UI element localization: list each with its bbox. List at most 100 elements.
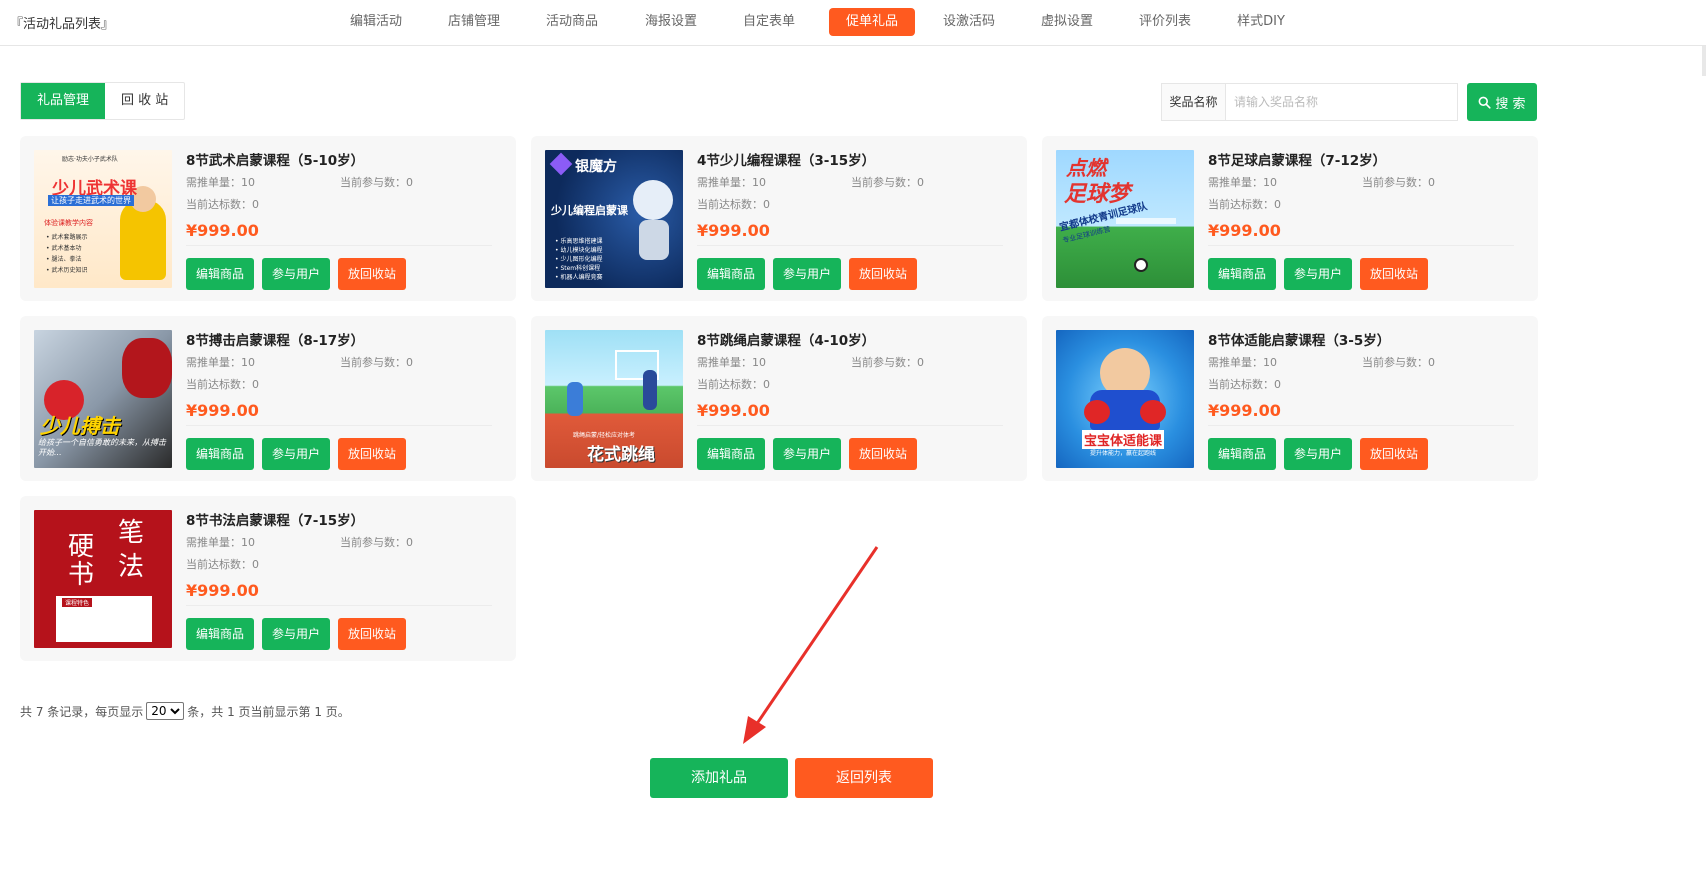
thumb-text: 课程特色 (62, 598, 93, 607)
move-to-recycle-button[interactable]: 放回收站 (338, 618, 407, 650)
current-reached: 当前达标数：0 (697, 198, 770, 211)
gift-meta-row: 需推单量：10 当前参与数：0 (1208, 172, 1526, 194)
participant-users-button[interactable]: 参与用户 (773, 438, 842, 470)
nav-item-3[interactable]: 活动商品 (536, 8, 608, 36)
nav-item-10[interactable]: 样式DIY (1227, 8, 1295, 36)
gift-info: 8节体适能启蒙课程（3-5岁） 需推单量：10 当前参与数：0 当前达标数：0 ¥999… (1208, 330, 1526, 470)
nav-item-8[interactable]: 虚拟设置 (1031, 8, 1103, 36)
gift-meta-row: 需推单量：10 当前参与数：0 (1208, 352, 1526, 374)
arrow-head (743, 716, 766, 744)
thumb-text: • 幼儿模块化编程 (555, 247, 603, 254)
edit-product-button[interactable]: 编辑商品 (186, 438, 255, 470)
gift-info: 8节足球启蒙课程（7-12岁） 需推单量：10 当前参与数：0 当前达标数：0 ¥999… (1208, 150, 1526, 290)
gift-thumbnail[interactable]: 银魔方 少儿编程启蒙课 • 乐高思维搭建课 • 幼儿模块化编程 • 少儿图形化编程 • S… (545, 150, 683, 288)
thumb-text: 让孩子走进武术的世界 (48, 195, 134, 206)
edit-product-button[interactable]: 编辑商品 (1208, 438, 1277, 470)
nav-item-7[interactable]: 设激活码 (933, 8, 1005, 36)
gift-thumbnail[interactable]: 少儿搏击 给孩子一个自信勇敢的未来，从搏击开始... (34, 330, 172, 468)
back-to-list-button[interactable]: 返回列表 (795, 758, 933, 798)
search-label: 奖品名称 (1162, 84, 1226, 120)
gift-meta-row: 当前达标数：0 (697, 194, 1015, 216)
edit-product-button[interactable]: 编辑商品 (697, 438, 766, 470)
gift-actions: 编辑商品 参与用户 放回收站 (186, 258, 407, 290)
gift-meta-row: 当前达标数：0 (697, 374, 1015, 396)
edit-product-button[interactable]: 编辑商品 (1208, 258, 1277, 290)
gift-thumbnail[interactable]: 点燃 足球梦 宜都体校青训足球队 专业足球训练营 (1056, 150, 1194, 288)
current-reached: 当前达标数：0 (186, 378, 259, 391)
ball (1134, 258, 1148, 272)
gift-meta-row: 当前达标数：0 (1208, 194, 1526, 216)
current-participants: 当前参与数：0 (851, 176, 924, 189)
participant-users-button[interactable]: 参与用户 (1284, 438, 1353, 470)
current-participants: 当前参与数：0 (340, 356, 413, 369)
kid-left (567, 382, 583, 416)
nav-item-4[interactable]: 海报设置 (635, 8, 707, 36)
gift-thumbnail[interactable]: 跳绳启蒙/轻松应对体考 花式跳绳 (545, 330, 683, 468)
thumb-text: • 武术套路展示 (46, 234, 88, 241)
edit-product-button[interactable]: 编辑商品 (186, 258, 255, 290)
gift-meta-row: 当前达标数：0 (1208, 374, 1526, 396)
current-participants: 当前参与数：0 (340, 536, 413, 549)
page-size-select[interactable]: 20 (146, 702, 185, 720)
gift-card: 少儿搏击 给孩子一个自信勇敢的未来，从搏击开始... 8节搏击启蒙课程（8-17岁）… (20, 316, 516, 481)
move-to-recycle-button[interactable]: 放回收站 (849, 438, 918, 470)
thumb-text: 笔 (118, 518, 145, 548)
thumb-text: • 少儿图形化编程 (555, 256, 603, 263)
thumb-text: 励志·功夫小子武术队 (62, 156, 118, 163)
glove-right (122, 338, 172, 398)
gift-actions: 编辑商品 参与用户 放回收站 (186, 618, 407, 650)
move-to-recycle-button[interactable]: 放回收站 (338, 438, 407, 470)
gift-actions: 编辑商品 参与用户 放回收站 (186, 438, 407, 470)
edit-product-button[interactable]: 编辑商品 (697, 258, 766, 290)
gift-thumbnail[interactable]: 励志·功夫小子武术队 少儿武术课 让孩子走进武术的世界 体验课教学内容 • 武术套路展示… (34, 150, 172, 288)
thumb-text: • 乐高思维搭建课 (555, 238, 603, 245)
nav-item-2[interactable]: 店铺管理 (438, 8, 510, 36)
current-reached: 当前达标数：0 (186, 558, 259, 571)
nav-item-9[interactable]: 评价列表 (1129, 8, 1201, 36)
gift-meta-row: 需推单量：10 当前参与数：0 (186, 172, 504, 194)
nav-item-1[interactable]: 编辑活动 (340, 8, 412, 36)
search-button[interactable]: 搜 索 (1467, 83, 1537, 121)
gift-name: 8节体适能启蒙课程（3-5岁） (1208, 333, 1391, 349)
gift-price: ¥999.00 (697, 396, 1003, 426)
participant-users-button[interactable]: 参与用户 (262, 618, 331, 650)
thumb-text: • Stem科创课程 (555, 265, 601, 272)
gift-name: 4节少儿编程课程（3-15岁） (697, 153, 876, 169)
participant-users-button[interactable]: 参与用户 (1284, 258, 1353, 290)
participant-users-button[interactable]: 参与用户 (262, 438, 331, 470)
thumb-text: • 机器人编程竞赛 (555, 274, 603, 281)
nav-item-6[interactable]: 促单礼品 (828, 8, 916, 36)
edit-product-button[interactable]: 编辑商品 (186, 618, 255, 650)
gift-meta-row: 当前达标数：0 (186, 194, 504, 216)
gift-price: ¥999.00 (1208, 396, 1514, 426)
gift-thumbnail[interactable]: 宝宝体适能课 提升体能力，赢在起跑线 (1056, 330, 1194, 468)
gift-name: 8节武术启蒙课程（5-10岁） (186, 153, 365, 169)
thumb-text: 花式跳绳 (587, 445, 655, 465)
move-to-recycle-button[interactable]: 放回收站 (849, 258, 918, 290)
required-orders: 需推单量：10 (697, 176, 766, 189)
thumb-text: • 武术历史知识 (46, 267, 88, 274)
tab-gift-management[interactable]: 礼品管理 (21, 83, 106, 119)
pagination: 共 7 条记录，每页显示 20 条，共 1 页当前显示第 1 页。 (20, 702, 350, 720)
add-gift-button[interactable]: 添加礼品 (650, 758, 788, 798)
participant-users-button[interactable]: 参与用户 (773, 258, 842, 290)
nav-item-5[interactable]: 自定表单 (733, 8, 805, 36)
pagination-prefix: 共 7 条记录，每页显示 (20, 704, 144, 719)
thumb-text: 给孩子一个自信勇敢的未来，从搏击开始... (38, 438, 166, 457)
search-icon (1478, 96, 1492, 109)
gift-card: 宝宝体适能课 提升体能力，赢在起跑线 8节体适能启蒙课程（3-5岁） 需推单量：10 当… (1042, 316, 1538, 481)
search-input[interactable] (1226, 84, 1457, 120)
tab-recycle-bin[interactable]: 回 收 站 (105, 83, 184, 119)
move-to-recycle-button[interactable]: 放回收站 (338, 258, 407, 290)
required-orders: 需推单量：10 (697, 356, 766, 369)
current-reached: 当前达标数：0 (1208, 198, 1281, 211)
participant-users-button[interactable]: 参与用户 (262, 258, 331, 290)
current-participants: 当前参与数：0 (851, 356, 924, 369)
pagination-suffix: 条，共 1 页当前显示第 1 页。 (187, 704, 350, 719)
required-orders: 需推单量：10 (1208, 176, 1277, 189)
move-to-recycle-button[interactable]: 放回收站 (1360, 258, 1429, 290)
move-to-recycle-button[interactable]: 放回收站 (1360, 438, 1429, 470)
gift-price: ¥999.00 (186, 576, 492, 606)
gift-info: 8节搏击启蒙课程（8-17岁） 需推单量：10 当前参与数：0 当前达标数：0 ¥999… (186, 330, 504, 470)
gift-thumbnail[interactable]: 硬笔书法课程特色 (34, 510, 172, 648)
